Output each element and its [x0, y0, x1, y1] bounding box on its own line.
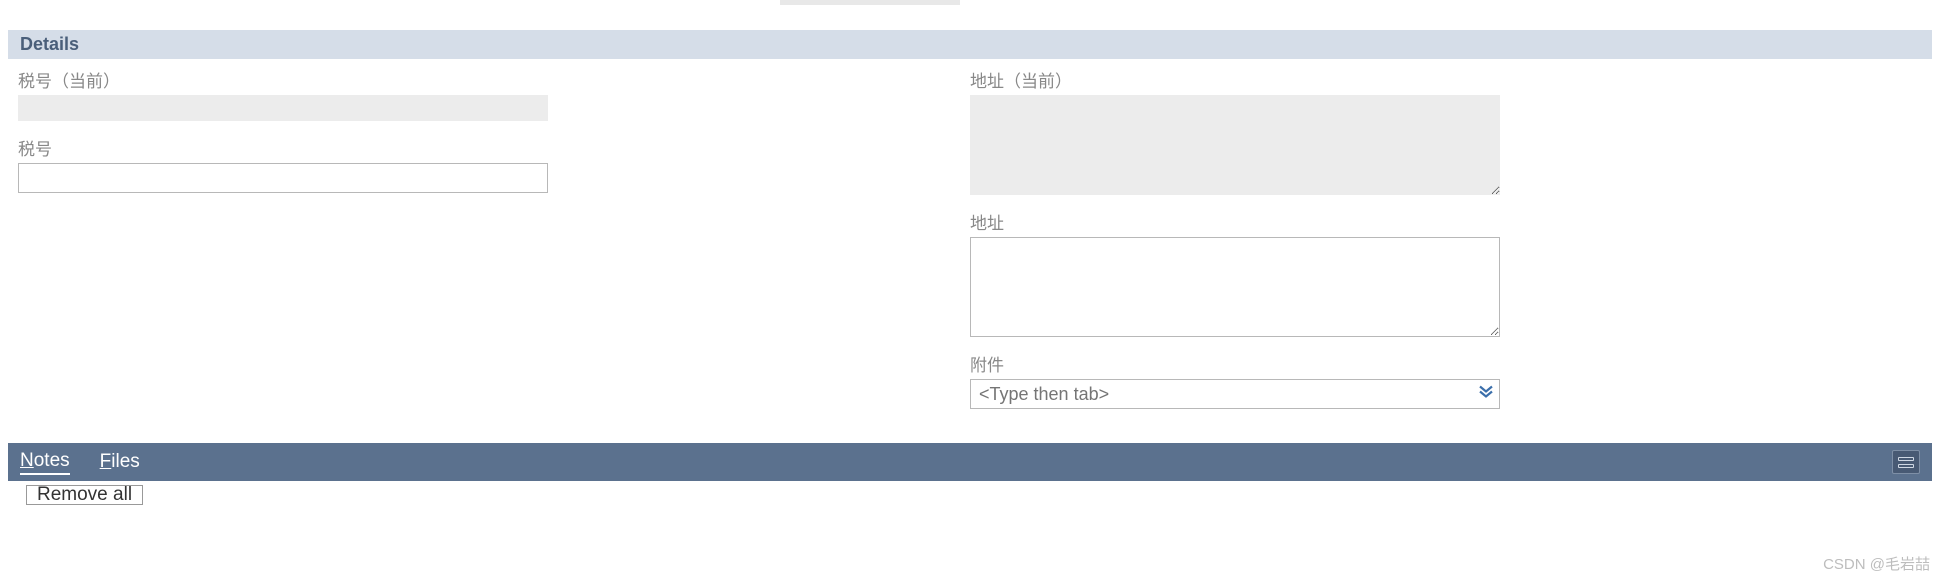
tab-files-rest: iles: [111, 451, 140, 472]
field-tax-current: 税号（当前）: [18, 67, 950, 121]
label-address-current: 地址（当前）: [970, 67, 1922, 92]
field-address: 地址: [970, 209, 1922, 337]
top-gray-block: [780, 0, 960, 5]
tab-notes-rest: otes: [34, 450, 70, 471]
field-address-current: 地址（当前）: [970, 67, 1922, 195]
attachment-combo[interactable]: [970, 379, 1500, 409]
details-body: 税号（当前） 税号 地址（当前） 地址 附件: [0, 59, 1940, 443]
watermark: CSDN @毛岩喆: [1823, 553, 1930, 574]
tab-files[interactable]: Files: [100, 451, 140, 473]
remove-all-button[interactable]: Remove all: [26, 485, 143, 505]
tab-notes-label: N: [20, 450, 34, 471]
section-header-details: Details: [8, 30, 1932, 59]
label-attachment: 附件: [970, 351, 1922, 376]
tab-files-label: F: [100, 451, 112, 472]
column-left: 税号（当前） 税号: [18, 67, 970, 423]
label-address: 地址: [970, 209, 1922, 234]
layout-toggle-icon[interactable]: [1892, 450, 1920, 474]
address-current-readonly: [970, 95, 1500, 195]
bottom-bar: Notes Files: [8, 443, 1932, 481]
below-bar: Remove all: [0, 481, 1940, 510]
tax-current-readonly: [18, 95, 548, 121]
tax-input[interactable]: [18, 163, 548, 193]
label-tax: 税号: [18, 135, 950, 160]
field-attachment: 附件: [970, 351, 1922, 409]
section-title: Details: [20, 34, 79, 54]
tab-notes[interactable]: Notes: [20, 450, 70, 475]
attachment-input[interactable]: [970, 379, 1500, 409]
field-tax: 税号: [18, 135, 950, 193]
label-tax-current: 税号（当前）: [18, 67, 950, 92]
column-right: 地址（当前） 地址 附件: [970, 67, 1922, 423]
address-input[interactable]: [970, 237, 1500, 337]
